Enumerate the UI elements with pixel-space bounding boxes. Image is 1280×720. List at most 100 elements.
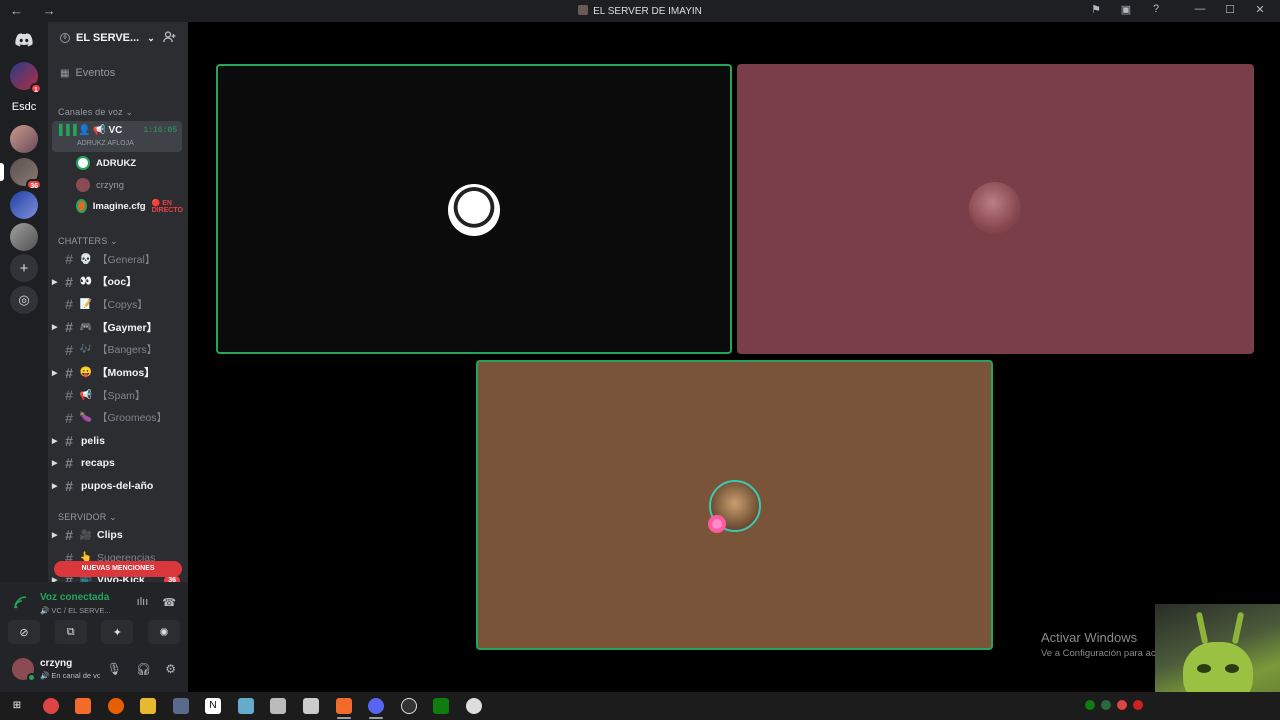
- channel-4[interactable]: # 🎶 【Bangers】: [52, 340, 184, 360]
- voice-member[interactable]: ADRUKZ: [76, 154, 136, 172]
- microphone-icon[interactable]: 🎙︎: [107, 662, 122, 676]
- server-name: EL SERVE...: [76, 32, 140, 44]
- channel-10[interactable]: ▶ # pupos-del-año: [52, 476, 184, 496]
- flag-icon[interactable]: ⚑: [1090, 3, 1102, 16]
- maximize-icon[interactable]: ☐: [1224, 3, 1236, 16]
- channel-3[interactable]: ▶ # 🎮 【Gaymer】: [52, 317, 184, 337]
- soundboard-button[interactable]: ✺: [147, 620, 180, 644]
- active-indicator: [369, 717, 383, 719]
- unread-indicator: ▶: [52, 437, 58, 445]
- unread-indicator: ▶: [52, 369, 58, 377]
- channel-name: 【ooc】: [97, 276, 137, 289]
- voice-member[interactable]: crzyng: [76, 176, 124, 194]
- channel-5[interactable]: ▶ # 😛 【Momos】: [52, 363, 184, 383]
- app-icon-calculator[interactable]: [173, 698, 189, 714]
- voice-channel-name: 👤 📢 VC: [78, 125, 123, 136]
- voice-member[interactable]: Imagine.cfg 🔴 EN DIRECTO: [76, 197, 188, 215]
- windows-taskbar: ⊞ N: [0, 692, 1280, 720]
- server-folder-label[interactable]: Esdc: [0, 101, 48, 113]
- activities-button[interactable]: ✦: [101, 620, 134, 644]
- server-icon-3[interactable]: [10, 191, 38, 219]
- app-icon-mouse[interactable]: [466, 698, 482, 714]
- voice-location[interactable]: 🔊 VC / EL SERVE...: [40, 606, 140, 615]
- voice-call-stage: [188, 22, 1280, 692]
- discover-icon[interactable]: ◎: [10, 286, 38, 314]
- online-status-dot: [27, 673, 36, 682]
- channel-7[interactable]: # 🍆 【Groomeos】: [52, 408, 184, 428]
- participant-tile-imagine[interactable]: [476, 360, 993, 650]
- server-header[interactable]: 0 EL SERVE... ⌄: [48, 22, 188, 54]
- category-chatters[interactable]: CHATTERS ⌄: [58, 236, 118, 247]
- member-name: Imagine.cfg: [92, 200, 146, 212]
- minimize-icon[interactable]: —: [1194, 3, 1206, 16]
- hash-icon: #: [65, 364, 73, 381]
- category-servidor-label: SERVIDOR: [58, 512, 107, 522]
- add-server-icon[interactable]: +: [10, 254, 38, 282]
- app-icon-brave[interactable]: [75, 698, 91, 714]
- app-icon-steam[interactable]: [303, 698, 319, 714]
- screen-share-button[interactable]: ⧉: [54, 620, 87, 644]
- start-icon[interactable]: ⊞: [9, 698, 25, 714]
- tray-download-icon[interactable]: [1117, 700, 1127, 710]
- participant-tile-crzyng[interactable]: [737, 64, 1254, 354]
- channel-8[interactable]: ▶ # pelis: [52, 431, 184, 451]
- app-icon-chrome[interactable]: [43, 698, 59, 714]
- app-icon-notion[interactable]: N: [205, 698, 221, 714]
- server-icon-4[interactable]: [10, 223, 38, 251]
- app-icon-obs[interactable]: [401, 698, 417, 714]
- eye: [1225, 664, 1239, 673]
- channel-0[interactable]: ▶ # 🎥 Clips: [52, 525, 184, 545]
- app-icon-xbox[interactable]: [433, 698, 449, 714]
- channel-emoji: 🍆: [79, 412, 93, 424]
- camera-off-button[interactable]: ⊘: [8, 620, 40, 644]
- channel-9[interactable]: ▶ # recaps: [52, 453, 184, 473]
- active-indicator: [337, 717, 351, 719]
- invite-icon[interactable]: [163, 31, 176, 46]
- channel-0[interactable]: # 💀 【General】: [52, 249, 184, 269]
- events-row[interactable]: ▦ Eventos: [60, 63, 188, 83]
- avatar: [12, 658, 36, 682]
- app-icon-brave-active[interactable]: [336, 698, 352, 714]
- channel-1[interactable]: ▶ # 👀 【ooc】: [52, 272, 184, 292]
- discord-home-icon[interactable]: [10, 26, 38, 54]
- tray-record-icon[interactable]: [1133, 700, 1143, 710]
- voice-status[interactable]: Voz conectada: [40, 592, 140, 603]
- app-icon-firefox[interactable]: [108, 698, 124, 714]
- channel-emoji: 🎶: [79, 344, 93, 356]
- new-mentions-button[interactable]: NUEVAS MENCIONES: [54, 561, 182, 577]
- channel-6[interactable]: # 📢 【Spam】: [52, 385, 184, 405]
- settings-icon[interactable]: ⚙: [165, 662, 176, 676]
- signal-icon[interactable]: [14, 596, 27, 612]
- category-chatters-label: CHATTERS: [58, 236, 108, 246]
- user-status: 🔊 En canal de voz: [40, 671, 100, 680]
- app-icon-discord[interactable]: [368, 698, 384, 714]
- voice-channel-vc[interactable]: ▌▌▌ 👤 📢 VC 1:16:05 ADRUKZ AFLOJA: [52, 121, 182, 152]
- help-icon[interactable]: ?: [1150, 3, 1162, 16]
- user-panel: Voz conectada 🔊 VC / EL SERVE... ılıı ☎ …: [0, 582, 188, 692]
- tray-xbox-icon[interactable]: [1085, 700, 1095, 710]
- channel-name: 【Bangers】: [97, 344, 158, 357]
- tray-icon[interactable]: [1101, 700, 1111, 710]
- unread-indicator: ▶: [52, 278, 58, 286]
- app-icon-shield[interactable]: [270, 698, 286, 714]
- server-icon-2[interactable]: [10, 125, 38, 153]
- disconnect-icon[interactable]: ☎: [162, 596, 176, 609]
- close-icon[interactable]: ✕: [1254, 3, 1266, 16]
- server-icon-1[interactable]: 1: [10, 62, 42, 94]
- category-servidor[interactable]: SERVIDOR ⌄: [58, 512, 117, 523]
- channel-2[interactable]: # 📝 【Copys】: [52, 294, 184, 314]
- headphones-icon[interactable]: 🎧︎: [136, 662, 151, 676]
- mention-badge: 1: [30, 83, 42, 94]
- channel-name: 【Gaymer】: [97, 321, 158, 334]
- donut-icon: [708, 515, 726, 533]
- server-icon-current[interactable]: 36: [10, 158, 42, 190]
- category-voice[interactable]: Canales de voz ⌄: [58, 107, 133, 118]
- app-icon-notes[interactable]: [238, 698, 254, 714]
- noise-suppression-icon[interactable]: ılıı: [137, 596, 149, 609]
- participant-avatar: [448, 184, 500, 236]
- participant-tile-adrukz[interactable]: [216, 64, 732, 354]
- channel-emoji: 👀: [79, 276, 93, 288]
- app-icon-explorer[interactable]: [140, 698, 156, 714]
- mention-badge: 36: [26, 179, 42, 190]
- inbox-icon[interactable]: ▣: [1120, 3, 1132, 16]
